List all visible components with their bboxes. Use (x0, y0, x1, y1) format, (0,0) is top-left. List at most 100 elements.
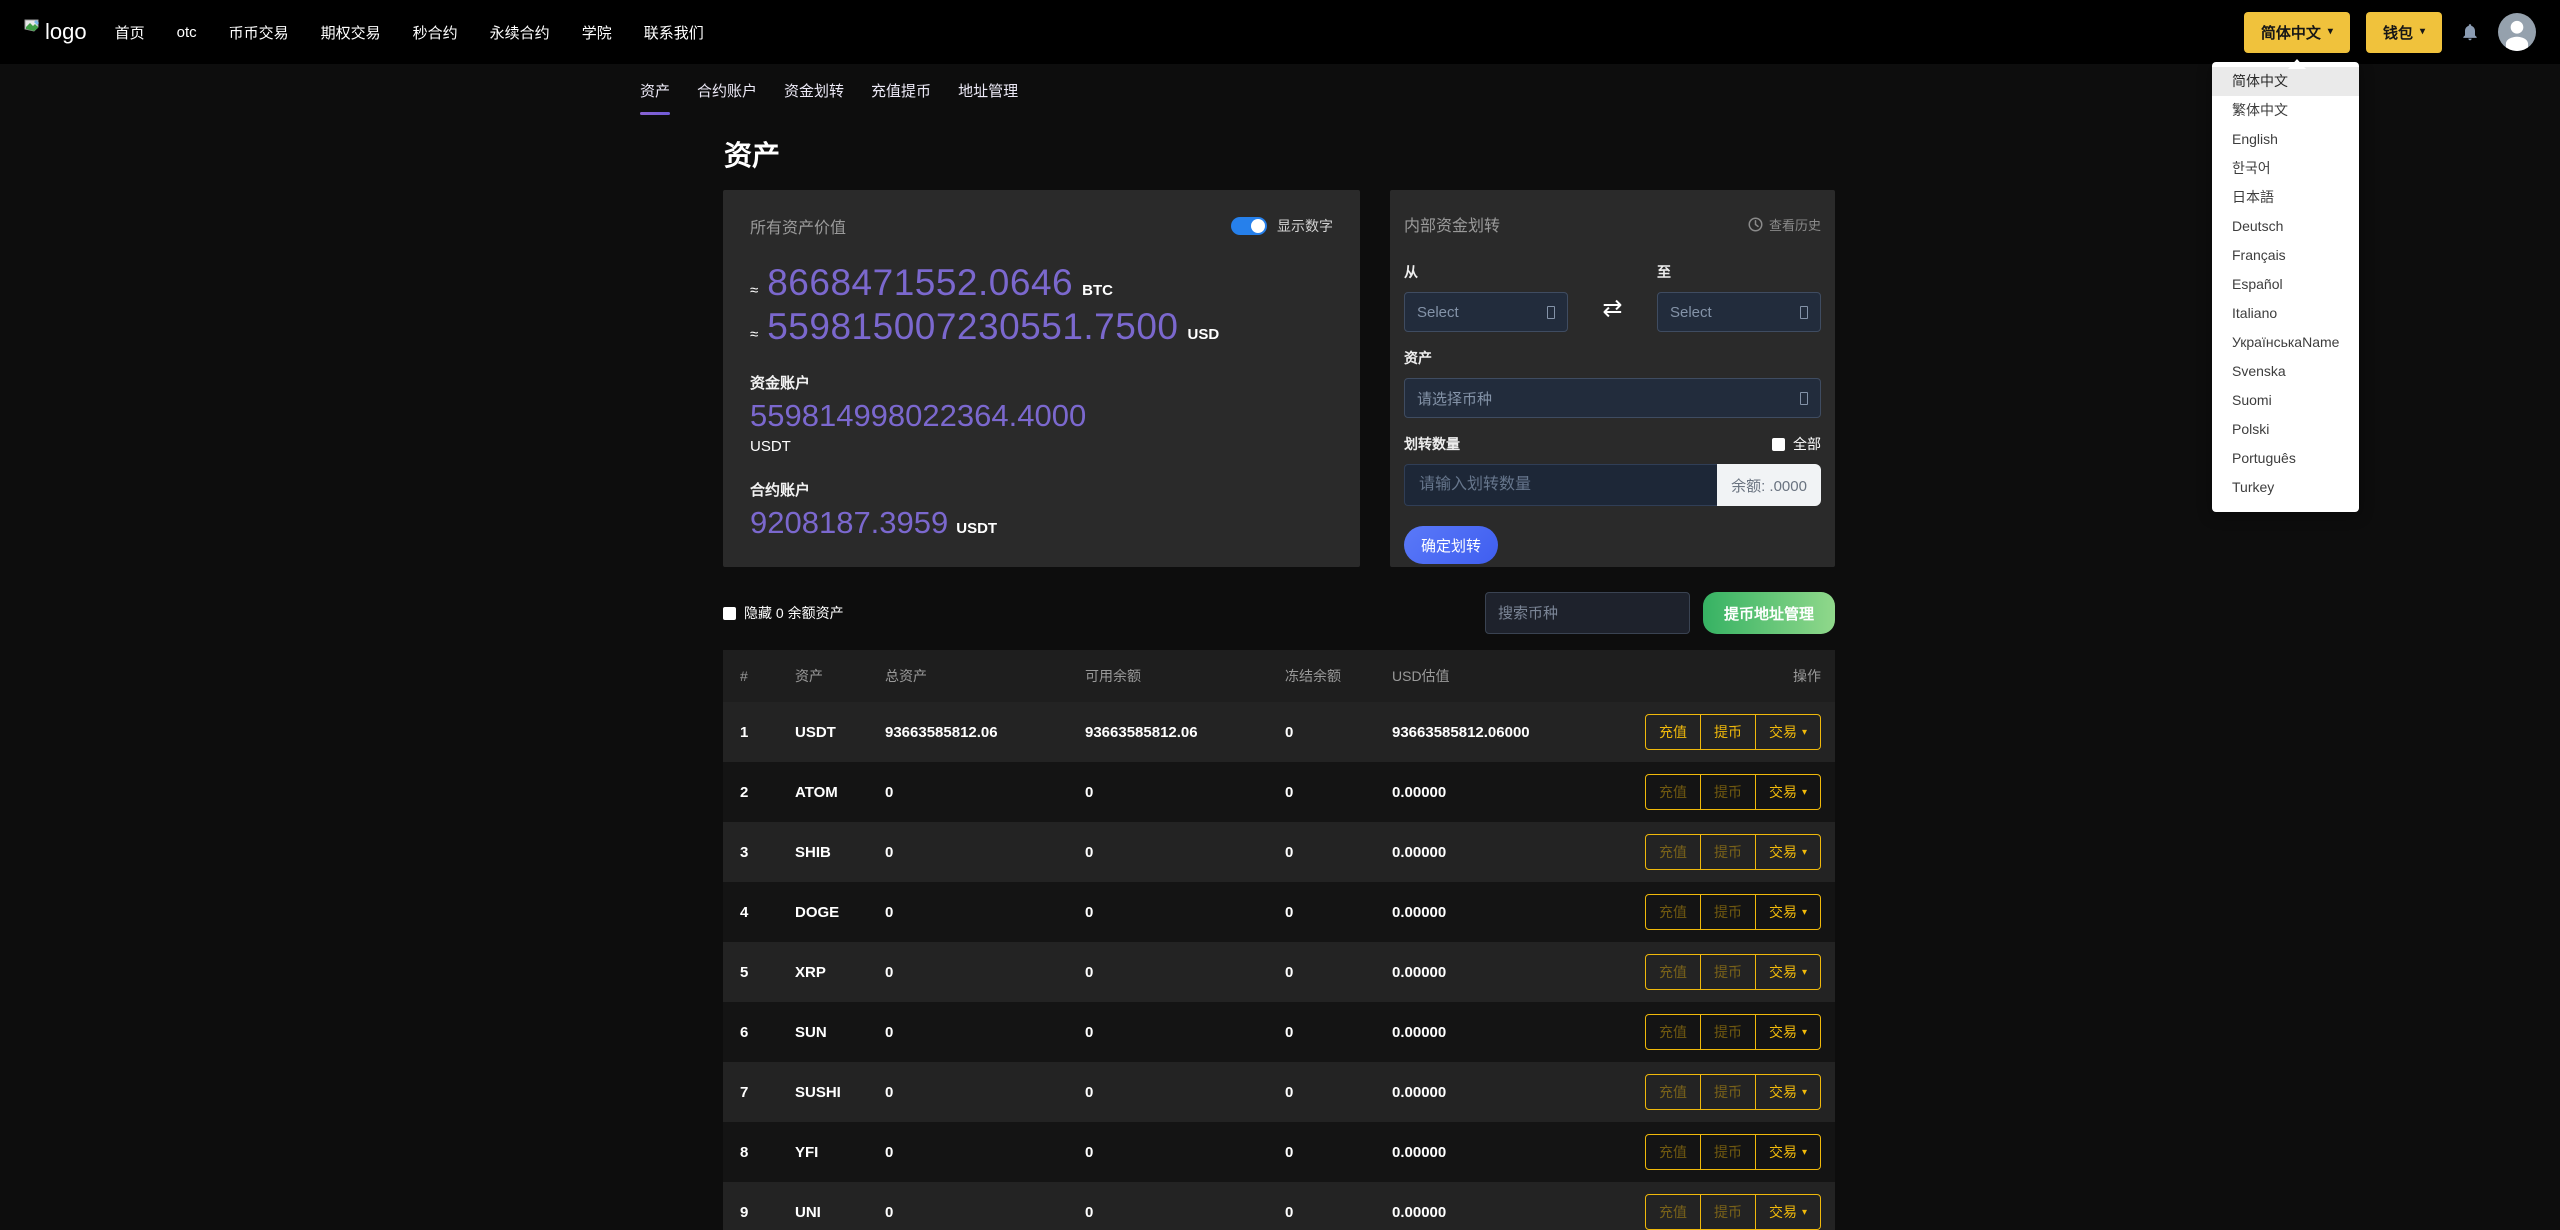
frozen-balance: 0 (1285, 963, 1294, 981)
trade-label: 交易 (1768, 1024, 1797, 1040)
language-option-7[interactable]: Español (2212, 270, 2359, 299)
nav-item-4[interactable]: 秒合约 (413, 22, 458, 43)
deposit-button[interactable]: 充值 (1646, 835, 1700, 869)
confirm-transfer-button[interactable]: 确定划转 (1404, 526, 1498, 564)
to-select[interactable]: Select (1656, 292, 1821, 332)
language-option-5[interactable]: Deutsch (2212, 212, 2359, 241)
nav-item-0[interactable]: 首页 (115, 22, 145, 43)
language-option-10[interactable]: Svenska (2212, 357, 2359, 386)
available-balance: 0 (1085, 1083, 1094, 1101)
trade-dropdown-button[interactable]: 交易 ▾ (1754, 1195, 1820, 1229)
withdraw-button[interactable]: 提币 (1699, 775, 1755, 809)
language-option-0[interactable]: 简体中文 (2212, 67, 2359, 96)
to-select-value: Select (1669, 303, 1712, 321)
total-balance: 0 (885, 963, 894, 981)
language-option-2[interactable]: English (2212, 125, 2359, 154)
deposit-button[interactable]: 充值 (1646, 1135, 1700, 1169)
language-option-14[interactable]: Turkey (2212, 473, 2359, 502)
withdraw-button[interactable]: 提币 (1699, 1195, 1755, 1229)
nav-item-6[interactable]: 学院 (582, 22, 612, 43)
language-option-4[interactable]: 日本語 (2212, 183, 2359, 212)
language-option-11[interactable]: Suomi (2212, 386, 2359, 415)
withdraw-button[interactable]: 提币 (1699, 955, 1755, 989)
trade-label: 交易 (1768, 1144, 1797, 1160)
deposit-button[interactable]: 充值 (1646, 1195, 1700, 1229)
row-actions: 充值 提币 交易 ▾ (1641, 1134, 1821, 1170)
show-numbers-toggle[interactable] (1231, 217, 1267, 235)
trade-dropdown-button[interactable]: 交易 ▾ (1754, 715, 1820, 749)
language-option-9[interactable]: УкраїнськаName (2212, 328, 2359, 357)
trade-dropdown-button[interactable]: 交易 ▾ (1754, 955, 1820, 989)
action-button-group: 充值 提币 交易 ▾ (1644, 1074, 1821, 1110)
trade-dropdown-button[interactable]: 交易 ▾ (1754, 1075, 1820, 1109)
nav-item-3[interactable]: 期权交易 (321, 22, 381, 43)
language-option-8[interactable]: Italiano (2212, 299, 2359, 328)
hide-zero-checkbox[interactable] (723, 606, 736, 620)
from-select[interactable]: Select (1404, 292, 1568, 332)
wallet-button[interactable]: 钱包 ▾ (2365, 11, 2442, 53)
trade-dropdown-button[interactable]: 交易 ▾ (1754, 835, 1820, 869)
subnav-tab-0[interactable]: 资产 (640, 80, 671, 115)
action-button-group: 充值 提币 交易 ▾ (1644, 834, 1821, 870)
balance-addon: 余额: .0000 (1717, 464, 1821, 506)
deposit-button[interactable]: 充值 (1646, 715, 1700, 749)
deposit-button[interactable]: 充值 (1646, 955, 1700, 989)
caret-down-icon: ▾ (1801, 1026, 1807, 1038)
subnav-tab-4[interactable]: 地址管理 (958, 80, 1018, 115)
action-button-group: 充值 提币 交易 ▾ (1644, 1134, 1821, 1170)
row-actions: 充值 提币 交易 ▾ (1641, 1014, 1821, 1050)
logo[interactable]: logo (24, 19, 87, 45)
withdraw-button[interactable]: 提币 (1699, 1135, 1755, 1169)
coin-select[interactable]: 请选择币种 (1404, 378, 1821, 418)
row-index: 5 (740, 963, 749, 981)
nav-item-7[interactable]: 联系我们 (644, 22, 704, 43)
action-button-group: 充值 提币 交易 ▾ (1644, 774, 1821, 810)
header-cell-4: 冻结余额 (1285, 668, 1341, 684)
table-row-ATOM: 2 ATOM 0 0 0 0.00000 充值 提币 交易 ▾ (723, 762, 1835, 822)
swap-direction-icon[interactable]: ⇄ (1602, 294, 1622, 332)
language-option-3[interactable]: 한국어 (2212, 154, 2359, 183)
trade-dropdown-button[interactable]: 交易 ▾ (1754, 1135, 1820, 1169)
language-option-12[interactable]: Polski (2212, 415, 2359, 444)
amount-input[interactable] (1404, 464, 1717, 506)
withdraw-button[interactable]: 提币 (1699, 1075, 1755, 1109)
nav-item-1[interactable]: otc (177, 24, 197, 41)
trade-dropdown-button[interactable]: 交易 ▾ (1754, 895, 1820, 929)
avatar[interactable] (2498, 13, 2536, 51)
language-option-6[interactable]: Français (2212, 241, 2359, 270)
deposit-button[interactable]: 充值 (1646, 1075, 1700, 1109)
subnav-tab-3[interactable]: 充值提币 (871, 80, 931, 115)
header-cell-1: 资产 (795, 668, 823, 684)
action-button-group: 充值 提币 交易 ▾ (1644, 954, 1821, 990)
usd-unit-label: USD (1187, 326, 1220, 343)
nav-item-5[interactable]: 永续合约 (490, 22, 550, 43)
usd-valuation: 0.00000 (1392, 783, 1447, 801)
language-option-13[interactable]: Português (2212, 444, 2359, 473)
frozen-balance: 0 (1285, 1083, 1294, 1101)
withdraw-button[interactable]: 提币 (1699, 715, 1755, 749)
view-history-link[interactable]: 查看历史 (1748, 215, 1821, 234)
notification-bell-icon[interactable] (2458, 19, 2482, 45)
deposit-button[interactable]: 充值 (1646, 895, 1700, 929)
header-cell-6: 操作 (1793, 668, 1821, 684)
all-checkbox[interactable] (1772, 437, 1785, 451)
withdraw-button[interactable]: 提币 (1699, 895, 1755, 929)
language-button[interactable]: 简体中文 ▾ (2243, 11, 2350, 69)
trade-dropdown-button[interactable]: 交易 ▾ (1754, 1015, 1820, 1049)
subnav-tab-2[interactable]: 资金划转 (784, 80, 844, 115)
usd-valuation: 93663585812.06000 (1392, 723, 1530, 741)
trade-dropdown-button[interactable]: 交易 ▾ (1754, 775, 1820, 809)
coin-search-input[interactable] (1485, 592, 1690, 634)
caret-down-icon: ▾ (1801, 1086, 1807, 1098)
subnav-tab-1[interactable]: 合约账户 (697, 80, 757, 115)
withdraw-button[interactable]: 提币 (1699, 1015, 1755, 1049)
row-actions: 充值 提币 交易 ▾ (1641, 834, 1821, 870)
nav-item-2[interactable]: 币币交易 (229, 22, 289, 43)
language-option-1[interactable]: 繁体中文 (2212, 96, 2359, 125)
withdraw-address-button[interactable]: 提币地址管理 (1703, 592, 1835, 634)
table-row-SHIB: 3 SHIB 0 0 0 0.00000 充值 提币 交易 ▾ (723, 822, 1835, 882)
frozen-balance: 0 (1285, 1203, 1294, 1221)
withdraw-button[interactable]: 提币 (1699, 835, 1755, 869)
deposit-button[interactable]: 充值 (1646, 775, 1700, 809)
deposit-button[interactable]: 充值 (1646, 1015, 1700, 1049)
